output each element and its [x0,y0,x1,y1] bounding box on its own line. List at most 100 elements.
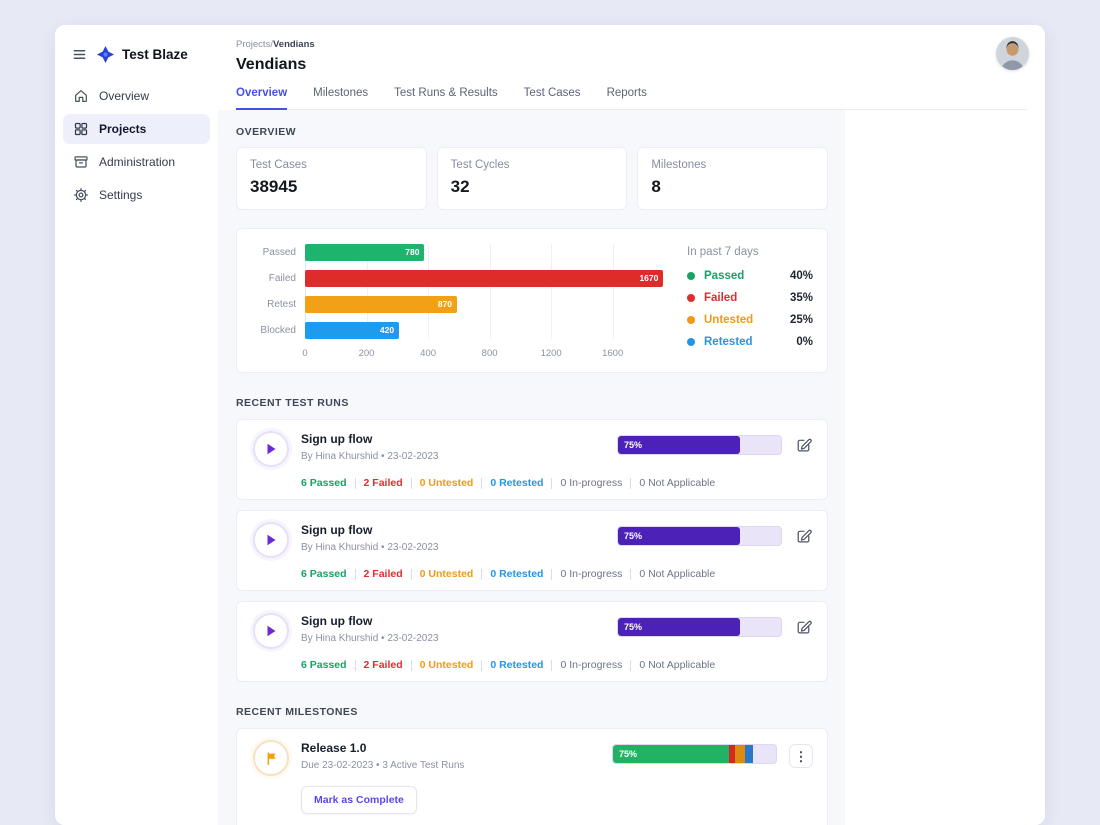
stat-untested: 0 Untested [419,659,474,671]
gridline [612,244,614,339]
stat-label: Test Cycles [450,159,510,171]
divider [410,568,412,580]
progress-label: 75% [624,622,643,632]
divider [481,659,483,671]
run-title: Sign up flow [301,432,373,446]
chart-category: Passed [262,247,296,258]
chart-legend: In past 7 days Passed 40% Failed 35% Unt… [667,244,813,361]
test-run-card: Sign up flow By Hina Khurshid • 23-02-20… [236,510,828,591]
progress-fill: 75% [618,618,741,636]
tab-milestones[interactable]: Milestones [313,87,368,109]
sidebar-item-administration[interactable]: Administration [63,147,210,177]
gear-icon [72,187,89,203]
run-progress-bar: 75% [617,617,782,637]
test-run-card: Sign up flow By Hina Khurshid • 23-02-20… [236,419,828,500]
gridline [551,244,553,339]
avatar[interactable] [996,37,1029,70]
divider [630,568,632,580]
legend-dot [687,272,695,280]
home-icon [72,88,89,104]
divider [410,477,412,489]
tab-test-cases[interactable]: Test Cases [524,87,581,109]
run-progress-bar: 75% [617,526,782,546]
progress-label: 75% [619,749,638,759]
legend-row-untested: Untested 25% [687,314,813,326]
stat-in-progress: 0 In-progress [560,659,623,671]
bar-value: 870 [437,299,453,309]
play-icon [267,625,276,637]
run-stats: 6 Passed 2 Failed 0 Untested 0 Retested … [301,477,813,489]
tab-reports[interactable]: Reports [607,87,647,109]
progress-segment-untested [735,745,745,763]
content: OVERVIEW Test Cases 38945 Test Cycles 32… [218,110,1045,825]
stat-retested: 0 Retested [490,568,544,580]
divider [354,568,356,580]
legend-label: Retested [704,336,753,348]
stat-in-progress: 0 In-progress [560,477,623,489]
bar-chart-plot: 780 1670 870 420 0 200 400 800 1200 1600 [302,244,667,361]
edit-button[interactable] [794,527,813,546]
stat-passed: 6 Passed [301,568,347,580]
tab-overview[interactable]: Overview [236,87,288,110]
stat-label: Test Cases [250,159,307,171]
sidebar-item-projects[interactable]: Projects [63,114,210,144]
progress-label: 75% [624,531,643,541]
legend-value: 40% [789,270,813,282]
divider [410,659,412,671]
play-icon [267,443,276,455]
run-title: Sign up flow [301,523,373,537]
milestone-title: Release 1.0 [301,741,367,755]
tab-test-runs-results[interactable]: Test Runs & Results [394,87,498,109]
progress-fill: 75% [618,527,741,545]
chart-category: Retest [267,299,296,310]
divider [481,568,483,580]
edit-button[interactable] [794,618,813,637]
progress-label: 75% [624,440,643,450]
legend-label: Passed [704,270,745,282]
divider [630,659,632,671]
legend-label: Failed [704,292,738,304]
play-button[interactable] [253,613,289,649]
legend-label: Untested [704,314,754,326]
stat-not-applicable: 0 Not Applicable [639,477,716,489]
breadcrumb-path[interactable]: Projects/ [236,39,273,50]
stat-cards-row: Test Cases 38945 Test Cycles 32 Mileston… [236,147,829,210]
legend-value: 35% [789,292,813,304]
hamburger-menu-icon[interactable] [70,45,89,64]
gridline [428,244,430,339]
bar-value: 780 [405,247,420,257]
stat-not-applicable: 0 Not Applicable [639,568,716,580]
bar-blocked: 420 [305,322,400,339]
stat-failed: 2 Failed [363,568,403,580]
kebab-menu-button[interactable]: ⋮ [789,744,813,768]
stat-value: 38945 [250,177,298,196]
play-button[interactable] [253,431,289,467]
sidebar-item-settings[interactable]: Settings [63,180,210,210]
play-button[interactable] [253,522,289,558]
edit-button[interactable] [794,436,813,455]
stat-retested: 0 Retested [490,659,544,671]
x-axis: 0 200 400 800 1200 1600 [302,348,667,361]
breadcrumb: Projects/Vendians [236,39,1027,50]
chart-category-labels: Passed Failed Retest Blocked [251,244,305,361]
section-label-overview: OVERVIEW [236,126,297,138]
bar-value: 420 [379,325,395,335]
gridline [489,244,491,339]
legend-dot [687,316,695,324]
mark-as-complete-button[interactable]: Mark as Complete [301,786,417,814]
top-bar: Projects/Vendians Vendians Overview Mile… [218,25,1045,110]
legend-row-failed: Failed 35% [687,292,813,304]
milestone-icon-button[interactable] [253,740,289,776]
bar-failed: 1670 [305,270,664,287]
x-axis-tick: 400 [420,348,437,359]
run-stats: 6 Passed 2 Failed 0 Untested 0 Retested … [301,659,813,671]
chart-card: Passed Failed Retest Blocked 780 1670 87… [236,228,828,373]
content-column: OVERVIEW Test Cases 38945 Test Cycles 32… [218,110,845,825]
sidebar-item-overview[interactable]: Overview [63,81,210,111]
sidebar-nav: Overview Projects Administration Setting… [55,81,218,210]
edit-icon [797,529,812,543]
x-axis-tick: 200 [358,348,375,359]
run-meta: By Hina Khurshid • 23-02-2023 [301,633,439,644]
x-axis-tick: 1200 [540,348,562,359]
stat-value: 8 [651,177,661,196]
